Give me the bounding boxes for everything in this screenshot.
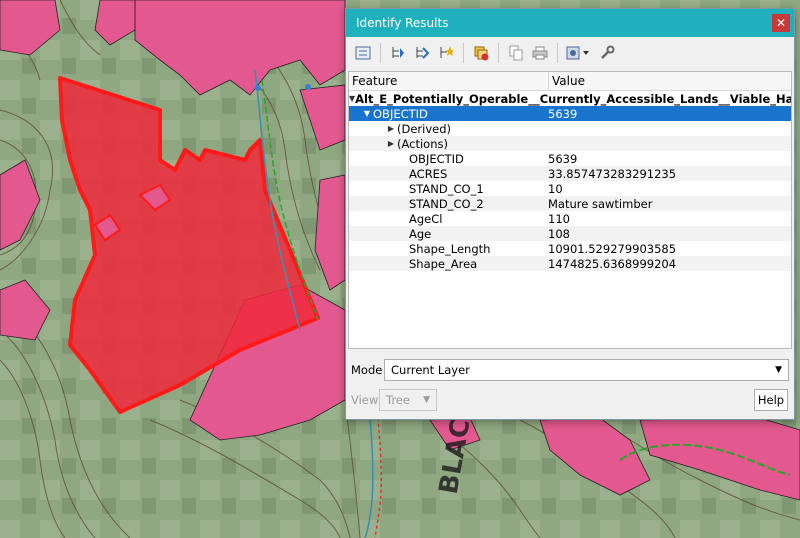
- attribute-row[interactable]: STAND_CO_2 Mature sawtimber: [349, 196, 791, 211]
- view-label: View: [351, 393, 379, 407]
- attribute-value: 33.857473283291235: [548, 166, 677, 181]
- attribute-value: 1474825.6368999204: [548, 256, 677, 271]
- clear-highlight-icon[interactable]: [470, 42, 492, 64]
- attribute-row[interactable]: Age 108: [349, 226, 791, 241]
- mode-row: Mode Current Layer ▼: [346, 357, 794, 383]
- attribute-value: 110: [548, 211, 570, 226]
- attribute-name: AgeCl: [409, 211, 443, 226]
- dialog-title: Identify Results: [356, 16, 449, 30]
- column-header-feature[interactable]: Feature: [349, 72, 549, 90]
- attribute-name: ACRES: [409, 166, 448, 181]
- attribute-row[interactable]: OBJECTID 5639: [349, 151, 791, 166]
- identify-results-dialog: Identify Results ✕ Feature Value ▼ Alt_E…: [345, 8, 795, 420]
- collapse-arrow-icon[interactable]: ▼: [361, 109, 373, 118]
- dialog-titlebar[interactable]: Identify Results ✕: [346, 9, 794, 37]
- attribute-value: 108: [548, 226, 570, 241]
- collapse-all-icon[interactable]: [411, 42, 433, 64]
- attribute-value: 10: [548, 181, 563, 196]
- attribute-value: 10901.529279903585: [548, 241, 677, 256]
- column-header-value[interactable]: Value: [549, 72, 585, 90]
- layer-row[interactable]: ▼ Alt_E_Potentially_Operable__Currently_…: [349, 91, 791, 106]
- expand-arrow-icon[interactable]: ▶: [385, 139, 397, 148]
- settings-icon[interactable]: [596, 42, 618, 64]
- expand-new-icon[interactable]: [435, 42, 457, 64]
- attribute-name: OBJECTID: [409, 151, 464, 166]
- attribute-value: 5639: [548, 151, 578, 166]
- derived-label: (Derived): [397, 121, 452, 136]
- layer-name: Alt_E_Potentially_Operable__Currently_Ac…: [355, 91, 791, 106]
- tree-header: Feature Value: [349, 72, 791, 91]
- attribute-name: STAND_CO_1: [409, 181, 484, 196]
- chevron-down-icon: ▼: [423, 395, 430, 405]
- help-button[interactable]: Help: [754, 389, 788, 411]
- identify-toolbar: [346, 37, 794, 69]
- actions-label: (Actions): [397, 136, 448, 151]
- mode-label: Mode: [351, 363, 383, 377]
- toolbar-separator: [380, 43, 381, 63]
- mode-select[interactable]: Current Layer ▼: [384, 359, 789, 381]
- toolbar-separator: [463, 43, 464, 63]
- attribute-name: Shape_Area: [409, 256, 478, 271]
- feature-label: OBJECTID: [373, 106, 428, 121]
- toolbar-separator: [498, 43, 499, 63]
- view-value: Tree: [386, 393, 410, 407]
- attribute-name: Age: [409, 226, 432, 241]
- attribute-name: Shape_Length: [409, 241, 491, 256]
- view-row: View Tree ▼ Help: [346, 387, 794, 413]
- chevron-down-icon: ▼: [775, 365, 782, 375]
- expand-arrow-icon[interactable]: ▶: [385, 124, 397, 133]
- close-icon: ✕: [775, 16, 787, 30]
- attribute-name: STAND_CO_2: [409, 196, 484, 211]
- results-tree: Feature Value ▼ Alt_E_Potentially_Operab…: [348, 71, 792, 349]
- attribute-value: Mature sawtimber: [548, 196, 653, 211]
- actions-row[interactable]: ▶ (Actions): [349, 136, 791, 151]
- feature-value: 5639: [548, 106, 578, 121]
- print-icon[interactable]: [529, 42, 551, 64]
- select-mode-icon[interactable]: [564, 42, 594, 64]
- attribute-row[interactable]: AgeCl 110: [349, 211, 791, 226]
- attribute-row[interactable]: Shape_Length 10901.529279903585: [349, 241, 791, 256]
- expand-tree-icon[interactable]: [352, 42, 374, 64]
- attribute-row[interactable]: ACRES 33.857473283291235: [349, 166, 791, 181]
- derived-row[interactable]: ▶ (Derived): [349, 121, 791, 136]
- expand-all-icon[interactable]: [387, 42, 409, 64]
- view-select[interactable]: Tree ▼: [379, 389, 437, 411]
- feature-row[interactable]: ▼ OBJECTID 5639: [349, 106, 791, 121]
- close-button[interactable]: ✕: [772, 14, 790, 32]
- toolbar-separator: [557, 43, 558, 63]
- copy-feature-icon[interactable]: [505, 42, 527, 64]
- mode-value: Current Layer: [391, 363, 470, 377]
- attribute-row[interactable]: Shape_Area 1474825.6368999204: [349, 256, 791, 271]
- attribute-row[interactable]: STAND_CO_1 10: [349, 181, 791, 196]
